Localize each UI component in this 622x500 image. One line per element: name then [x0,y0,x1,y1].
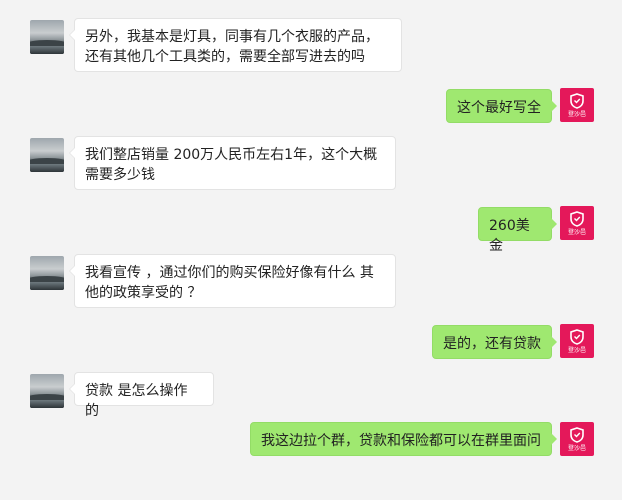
my-avatar[interactable]: 登沙邑 [560,206,594,240]
brand-label: 登沙邑 [567,229,586,236]
contact-avatar[interactable] [30,256,64,290]
message-bubble: 另外，我基本是灯具，同事有几个衣服的产品，还有其他几个工具类的，需要全部写进去的… [69,18,402,72]
shield-icon [570,427,584,443]
chat-message-list[interactable]: 另外，我基本是灯具，同事有几个衣服的产品，还有其他几个工具类的，需要全部写进去的… [0,0,622,500]
my-avatar[interactable]: 登沙邑 [560,88,594,122]
message-bubble: 260美金 [478,207,557,254]
brand-label: 登沙邑 [567,347,586,354]
shield-icon [570,93,584,109]
message-bubble: 贷款 是怎么操作 的 [69,372,214,419]
shield-icon [570,211,584,227]
brand-label: 登沙邑 [567,445,586,452]
message-bubble: 我们整店销量 200万人民币左右1年，这个大概需要多少钱 [69,136,396,190]
contact-avatar[interactable] [30,374,64,408]
my-avatar[interactable]: 登沙邑 [560,422,594,456]
my-avatar[interactable]: 登沙邑 [560,324,594,358]
contact-avatar[interactable] [30,20,64,54]
message-bubble: 这个最好写全 [446,89,557,123]
brand-label: 登沙邑 [567,111,586,118]
shield-icon [570,329,584,345]
message-bubble: 我这边拉个群，贷款和保险都可以在群里面问 [250,422,557,456]
message-bubble: 我看宣传 ，通过你们的购买保险好像有什么 其他的政策享受的 ？ [69,254,396,308]
message-bubble: 是的，还有贷款 [432,325,557,359]
contact-avatar[interactable] [30,138,64,172]
